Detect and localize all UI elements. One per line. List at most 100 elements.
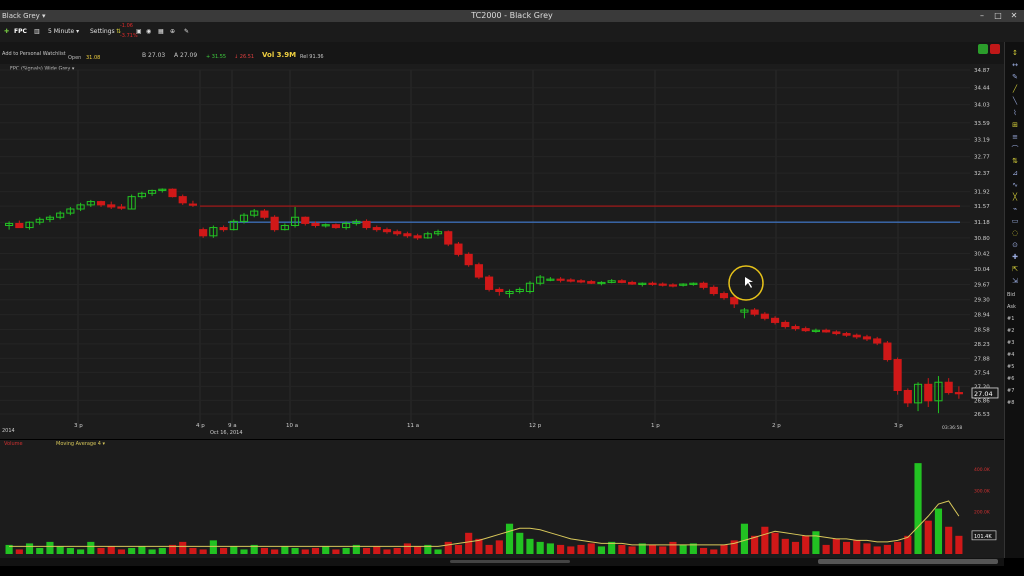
y-axis-tick: 32.37 xyxy=(974,171,990,177)
volume-bar xyxy=(628,546,636,554)
drawing-tool-icon[interactable]: ✚ xyxy=(1007,252,1023,262)
price-chart-svg: 34.87 34.44 34.03 33.59 33.19 32.77 32.37 31.92… xyxy=(0,68,999,429)
drawing-tool-icon[interactable]: ↔ xyxy=(1007,60,1023,70)
volume-pane[interactable]: Volume Moving Average 4 ▾ 400.0K 300.0K 20… xyxy=(0,440,1004,558)
candle-body xyxy=(403,233,412,237)
candle xyxy=(423,231,432,239)
panel-item[interactable]: #4 xyxy=(1007,352,1014,358)
candle xyxy=(934,376,943,414)
drawing-tool-icon[interactable]: ╳ xyxy=(1007,192,1023,202)
candle xyxy=(25,221,34,230)
zoom-icon[interactable]: ⊕ xyxy=(170,22,175,42)
candle xyxy=(566,278,575,283)
draw-icon[interactable]: ✎ xyxy=(184,22,189,42)
lock-icon[interactable]: ▣ xyxy=(136,22,142,42)
candle-body xyxy=(331,224,340,229)
y-axis-tick: 31.18 xyxy=(974,220,990,226)
drawing-tool-icon[interactable]: ╱ xyxy=(1007,84,1023,94)
volume-bar xyxy=(557,544,565,554)
candle-body xyxy=(730,297,739,305)
drawing-tool-icon[interactable]: ∿ xyxy=(1007,180,1023,190)
x-axis-tick: 11 a xyxy=(407,423,419,429)
camera-icon[interactable]: ◉ xyxy=(146,22,151,42)
drawing-tool-icon[interactable]: ◌ xyxy=(1007,228,1023,238)
drawing-tool-icon[interactable]: ⇱ xyxy=(1007,264,1023,274)
panel-item[interactable]: #6 xyxy=(1007,376,1014,382)
drawing-tool-icon[interactable]: ⊿ xyxy=(1007,168,1023,178)
symbol-box[interactable]: FPC xyxy=(14,22,27,42)
candle-body xyxy=(770,317,780,323)
drawing-tool-icon[interactable]: ╲ xyxy=(1007,96,1023,106)
volume-bar xyxy=(271,549,279,554)
volume-bar xyxy=(434,549,442,554)
price-chart-pane[interactable]: FPC (Signals) Wide Grey ▾ 34.87 34.44 34.0… xyxy=(0,64,1004,439)
grid-icon[interactable]: ▦ xyxy=(158,22,164,42)
candle xyxy=(56,211,65,220)
panel-item[interactable]: #8 xyxy=(1007,400,1014,406)
drawing-tool-icon[interactable]: ⌁ xyxy=(1007,204,1023,214)
panel-item[interactable]: #1 xyxy=(1007,316,1014,322)
volume-bar xyxy=(107,546,115,554)
drawing-tool-icon[interactable]: ⊙ xyxy=(1007,240,1023,250)
candle-body xyxy=(576,280,586,283)
buy-button[interactable] xyxy=(978,44,988,54)
panel-item[interactable]: #2 xyxy=(1007,328,1014,334)
candle xyxy=(668,283,678,288)
panel-item[interactable]: Bid xyxy=(1007,292,1015,298)
drawing-tool-icon[interactable]: ⊞ xyxy=(1007,120,1023,130)
window-title: TC2000 - Black Grey xyxy=(471,11,553,20)
chart-scrollbar[interactable] xyxy=(0,558,1004,566)
maximize-button[interactable]: □ xyxy=(992,11,1004,21)
candle-body xyxy=(566,279,575,282)
candle xyxy=(515,287,524,294)
x-axis-tick: 1 p xyxy=(651,423,660,429)
volume-bar xyxy=(393,547,401,554)
volume-bar xyxy=(567,546,575,554)
watchlist-link[interactable]: Add to Personal Watchlist xyxy=(2,51,66,57)
y-axis-tick: 30.80 xyxy=(974,236,990,242)
candle-body xyxy=(617,280,626,283)
volume-bar xyxy=(546,543,554,554)
candle xyxy=(372,225,381,232)
candle xyxy=(433,229,443,236)
zoom-thumb[interactable] xyxy=(818,559,998,564)
candle xyxy=(209,225,218,238)
drawing-tool-icon[interactable]: ⌒ xyxy=(1007,144,1023,154)
candle-body xyxy=(832,331,841,335)
volume-bar xyxy=(97,547,105,554)
volume-bar xyxy=(56,546,64,554)
close-button[interactable]: ✕ xyxy=(1008,11,1020,21)
volume-bar xyxy=(36,547,44,554)
plus-icon[interactable]: ✚ xyxy=(4,22,9,42)
candle xyxy=(709,285,718,296)
drawing-tool-icon[interactable]: ⇲ xyxy=(1007,276,1023,286)
candle-body xyxy=(188,203,198,206)
time-right: 03:36:58 xyxy=(942,426,963,431)
panel-item[interactable]: Ask xyxy=(1007,304,1016,310)
volume-bar xyxy=(158,547,166,554)
drawing-tool-icon[interactable]: ↕ xyxy=(1007,48,1023,58)
scroll-thumb[interactable] xyxy=(450,560,570,563)
timeframe-select[interactable]: 5 Minute ▾ xyxy=(48,22,79,42)
volume-bar xyxy=(648,544,657,554)
candle xyxy=(679,283,688,287)
drawing-tool-icon[interactable]: ⌇ xyxy=(1007,108,1023,118)
settings-button[interactable]: Settings xyxy=(90,22,115,42)
candle xyxy=(413,233,422,240)
panel-item[interactable]: #3 xyxy=(1007,340,1014,346)
x-axis-tick: 4 p xyxy=(196,423,205,429)
mouse-pointer-icon xyxy=(745,277,753,288)
y-axis-tick: 29.67 xyxy=(974,282,990,288)
panel-item[interactable]: #5 xyxy=(1007,364,1014,370)
drawing-tool-icon[interactable]: ⇅ xyxy=(1007,156,1023,166)
sell-button[interactable] xyxy=(990,44,1000,54)
minimize-button[interactable]: – xyxy=(976,11,988,21)
panel-item[interactable]: #7 xyxy=(1007,388,1014,394)
drawing-tool-icon[interactable]: ✎ xyxy=(1007,72,1023,82)
drawing-tool-icon[interactable]: ▭ xyxy=(1007,216,1023,226)
volume-bar xyxy=(311,547,320,554)
drawing-tool-icon[interactable]: ≡ xyxy=(1007,132,1023,142)
volume-bar xyxy=(128,547,136,554)
chart-type-icon[interactable]: ▥ xyxy=(34,22,40,42)
candle xyxy=(536,274,545,286)
